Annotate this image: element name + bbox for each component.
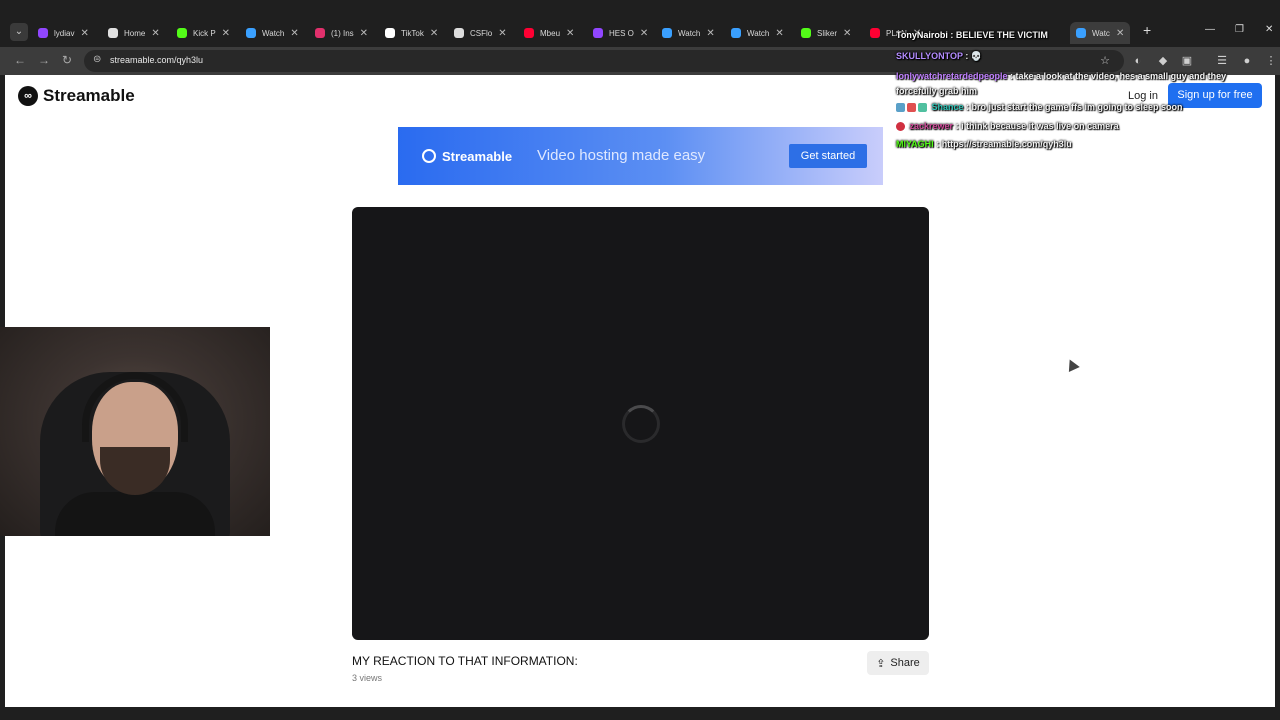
share-button[interactable]: ⇪ Share [867,651,929,675]
badge-icon [896,103,905,113]
browser-window: ⌄ lydiav ✕ Home ✕ Kick P ✕ Watch ✕ (1) I… [0,0,1280,720]
close-icon[interactable]: ✕ [222,28,230,39]
tab-4[interactable]: Watch ✕ [246,22,299,44]
chat-text: BELIEVE THE VICTIM [955,30,1048,40]
close-icon[interactable]: ✕ [640,28,648,39]
tab-6[interactable]: TikTok ✕ [385,22,438,44]
tab-2[interactable]: Home ✕ [108,22,160,44]
tab-3[interactable]: Kick P ✕ [177,22,230,44]
ad-banner[interactable]: Streamable Video hosting made easy Get s… [398,127,883,185]
badge-icon [896,122,905,132]
chat-username: MIYAGHI [896,139,934,149]
chat-text: i think because it was live on camera [961,121,1119,131]
logo-text: Streamable [43,86,135,105]
streamable-icon [662,28,672,38]
chat-text: 💀 [970,51,983,61]
close-icon[interactable]: ✕ [290,28,298,39]
tab-9[interactable]: HES O ✕ [593,22,648,44]
close-icon[interactable]: ✕ [80,28,88,39]
mouse-cursor-icon [1064,356,1080,373]
tab-1[interactable]: lydiav ✕ [38,22,89,44]
kick-icon [177,28,187,38]
tab-label: Kick P [193,28,216,38]
tab-label: CSFlo [470,28,493,38]
twitch-icon [593,28,603,38]
close-icon[interactable]: ✕ [430,28,438,39]
view-count: 3 views [352,673,383,683]
share-label: Share [890,657,920,669]
chat-text: https://streamable.com/qyh3lu [941,139,1072,149]
ad-tagline: Video hosting made easy [537,147,706,164]
back-arrow-icon[interactable]: ← [14,53,26,67]
tab-12[interactable]: Sliker ✕ [801,22,851,44]
badge-icon [907,103,916,113]
url-text: streamable.com/qyh3lu [110,55,204,65]
streamable-icon [422,149,436,163]
streamer-body [55,492,215,536]
chat-message: lonlywatchretardedpeople : take a look a… [896,71,1227,96]
close-icon[interactable]: ✕ [566,28,574,39]
webcam-overlay [0,327,270,536]
youtube-icon [524,28,534,38]
close-icon[interactable]: ✕ [498,28,506,39]
tab-8[interactable]: Mbeu ✕ [524,22,574,44]
tab-7[interactable]: CSFlo ✕ [454,22,507,44]
close-icon[interactable]: ✕ [775,28,783,39]
video-title: MY REACTION TO THAT INFORMATION: [352,654,578,668]
youtube-icon [870,28,880,38]
close-icon[interactable]: ✕ [360,28,368,39]
tab-search-button[interactable]: ⌄ [10,23,28,41]
streamable-icon [731,28,741,38]
close-icon[interactable]: ✕ [151,28,159,39]
kick-icon [801,28,811,38]
csfloat-icon [454,28,464,38]
loading-spinner-icon [622,405,660,443]
tab-label: TikTok [401,28,424,38]
chat-username: SKULLYONTOP [896,51,963,61]
chat-message: zackrewer : i think because it was live … [896,121,1119,132]
tab-label: HES O [609,28,634,38]
twitch-icon [38,28,48,38]
reload-icon[interactable]: ↻ [62,53,72,67]
chat-username: zackrewer [909,121,954,131]
tab-label: lydiav [54,28,75,38]
chat-text: bro just start the game ffs im going to … [971,102,1183,112]
tab-label: Watch [262,28,285,38]
tab-10[interactable]: Watch ✕ [662,22,715,44]
streamable-logo[interactable]: ∞ Streamable [18,86,135,106]
tab-label: Mbeu [540,28,561,38]
chat-message: Shance : bro just start the game ffs im … [896,102,1183,113]
badge-icon [918,103,927,113]
streamable-icon: ∞ [18,86,38,106]
site-info-icon[interactable]: ⊜ [93,54,101,65]
close-icon[interactable]: ✕ [843,28,851,39]
tab-5[interactable]: (1) Ins ✕ [315,22,368,44]
chat-message: SKULLYONTOP : 💀 [896,51,983,61]
tab-label: Sliker [817,28,838,38]
video-player[interactable] [352,207,929,640]
close-icon[interactable]: ✕ [706,28,714,39]
chat-username: Shance [931,102,964,112]
forward-arrow-icon[interactable]: → [38,53,50,67]
get-started-button[interactable]: Get started [789,144,867,168]
instagram-icon [315,28,325,38]
chat-message: MIYAGHI : https://streamable.com/qyh3lu [896,139,1072,149]
streamable-icon [246,28,256,38]
tiktok-icon [385,28,395,38]
chat-message: TonyNairobi : BELIEVE THE VICTIM [896,30,1048,40]
share-icon: ⇪ [876,657,886,670]
chat-username: TonyNairobi [896,30,948,40]
chat-overlay: TonyNairobi : BELIEVE THE VICTIM SKULLYO… [896,13,1276,158]
tab-label: (1) Ins [331,28,354,38]
x-icon [108,28,118,38]
chat-username: lonlywatchretardedpeople [896,71,1008,81]
ad-brand: Streamable [442,149,513,164]
tab-11[interactable]: Watch ✕ [731,22,784,44]
tab-label: Watch [747,28,770,38]
tab-label: Watch [678,28,701,38]
tab-label: Home [124,28,146,38]
